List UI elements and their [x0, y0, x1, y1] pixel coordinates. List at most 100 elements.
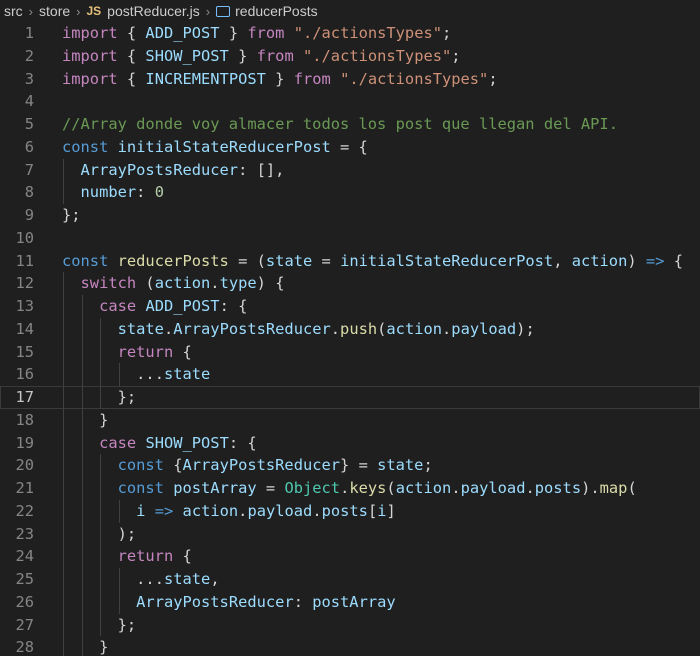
indent-guide: [100, 340, 102, 364]
chevron-right-icon: ›: [28, 3, 34, 19]
line-number: 16: [15, 365, 34, 384]
indent-guide: [100, 522, 102, 546]
code-line[interactable]: 12 switch (action.type) {: [0, 272, 700, 295]
code-token: ;: [488, 69, 498, 88]
code-text: ArrayPostsReducer: postArray: [136, 591, 395, 614]
code-line[interactable]: 15 return {: [0, 340, 700, 364]
line-number: 13: [15, 297, 34, 315]
code-line[interactable]: 26 ArrayPostsReducer: postArray: [0, 590, 700, 614]
indent-guide: [100, 454, 102, 477]
code-line[interactable]: 3 import { INCREMENTPOST } from "./action…: [0, 68, 700, 91]
code-line[interactable]: 2 import { SHOW_POST } from "./actionsTyp…: [0, 45, 700, 68]
code-token: (: [136, 274, 155, 293]
line-number: 27: [15, 615, 34, 634]
code-line[interactable]: 25 ...state,: [0, 568, 700, 591]
code-token: payload: [460, 479, 526, 497]
code-line[interactable]: 7 ArrayPostsReducer: [],: [0, 158, 700, 182]
indent-guide: [63, 454, 64, 477]
chevron-right-icon: ›: [76, 3, 81, 19]
line-number: 6: [24, 137, 34, 156]
code-line[interactable]: 6 const initialStateReducerPost = {: [0, 136, 700, 159]
code-token: } =: [340, 456, 378, 475]
code-text: i => action.payload.posts[i]: [136, 500, 396, 523]
line-number: 9: [24, 206, 34, 224]
indent-guide: [81, 454, 83, 477]
code-line[interactable]: 24 return {: [0, 545, 700, 568]
code-text: const postArray = Object.keys(action.pay…: [118, 477, 637, 500]
code-token: }: [265, 69, 294, 88]
line-number: 14: [15, 319, 34, 338]
code-editor[interactable]: 1 import { ADD_POST } from "./actionsType…: [0, 22, 700, 656]
code-line[interactable]: 19 case SHOW_POST: {: [0, 431, 700, 455]
code-line[interactable]: 10: [0, 227, 700, 250]
code-token: ).: [581, 479, 600, 497]
code-token: .: [451, 479, 461, 497]
indent-guide: [63, 317, 64, 341]
code-token: 0: [154, 183, 164, 202]
code-token: const: [62, 137, 109, 156]
code-line[interactable]: 20 const {ArrayPostsReducer} = state;: [0, 454, 700, 477]
indent-guide: [100, 568, 102, 591]
code-line[interactable]: 8 number: 0: [0, 181, 700, 204]
code-token: keys: [349, 479, 387, 497]
code-line[interactable]: 11 const reducerPosts = (state = initialS…: [0, 250, 700, 273]
code-line[interactable]: 14 state.ArrayPostsReducer.push(action.pa…: [0, 317, 700, 341]
code-line[interactable]: 1 import { ADD_POST } from "./actionsType…: [0, 22, 700, 45]
line-number: 28: [15, 638, 34, 656]
code-token: }: [99, 410, 109, 429]
code-line[interactable]: 18}: [0, 408, 700, 432]
indent-guide: [81, 568, 83, 591]
line-number: 11: [15, 251, 34, 270]
code-line[interactable]: 22 i => action.payload.posts[i]: [0, 499, 700, 523]
code-token: state: [163, 365, 211, 384]
code-line[interactable]: 27};: [0, 613, 700, 637]
line-number: 2: [24, 46, 34, 65]
code-token: = {: [330, 137, 368, 156]
code-token: ): [627, 251, 646, 270]
code-line[interactable]: 4: [0, 90, 700, 113]
code-token: {: [117, 69, 146, 88]
indent-guide: [81, 340, 83, 364]
code-line[interactable]: 5 //Array donde voy almacer todos los pos…: [0, 113, 700, 136]
indent-guide: [63, 158, 64, 182]
code-token: ,: [553, 251, 572, 270]
code-line[interactable]: 13 case ADD_POST: {: [0, 295, 700, 318]
code-token: initialStateReducerPost: [117, 137, 331, 156]
breadcrumb-file[interactable]: postReducer.js: [107, 3, 200, 19]
code-line[interactable]: 9};: [0, 204, 700, 227]
code-text: ...state,: [136, 568, 219, 591]
indent-guide: [81, 522, 83, 546]
code-token: {: [163, 456, 183, 475]
code-text: const {ArrayPostsReducer} = state;: [118, 454, 433, 477]
code-token: action: [182, 501, 239, 520]
breadcrumb-src[interactable]: src: [4, 3, 23, 19]
code-line[interactable]: 23);: [0, 522, 700, 546]
code-token: ArrayPostsReducer: [182, 456, 341, 475]
indent-guide: [100, 386, 102, 409]
indent-guide: [63, 272, 64, 295]
breadcrumb-store[interactable]: store: [39, 3, 70, 19]
code-text: }: [99, 636, 108, 656]
code-token: type: [219, 274, 257, 293]
code-token: payload: [451, 319, 517, 338]
code-token: posts: [534, 479, 582, 497]
code-line[interactable]: 21 const postArray = Object.keys(action.p…: [0, 477, 700, 500]
code-text: return {: [118, 545, 192, 568]
code-token: const: [62, 251, 109, 270]
code-token: reducerPosts: [117, 251, 229, 270]
indent-guide: [100, 545, 102, 568]
breadcrumb-symbol[interactable]: reducerPosts: [235, 3, 317, 19]
indent-guide: [81, 545, 83, 568]
code-token: (: [386, 479, 396, 497]
code-token: push: [340, 319, 378, 338]
code-token: : {: [219, 297, 248, 315]
line-number: 22: [15, 501, 34, 520]
line-number: 19: [15, 433, 34, 452]
code-line[interactable]: 16 ...state: [0, 363, 700, 386]
code-token: from: [247, 24, 285, 42]
code-line[interactable]: 17};: [0, 386, 700, 409]
code-line[interactable]: 28}: [0, 636, 700, 656]
code-token: ) {: [256, 274, 285, 293]
